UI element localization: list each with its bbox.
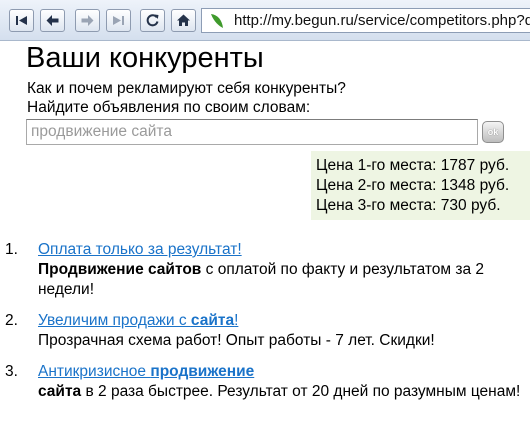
skip-forward-icon (113, 16, 124, 25)
home-button[interactable] (171, 9, 196, 32)
url-text: http://my.begun.ru/service/competitors.p… (234, 12, 530, 29)
ad-text: Прозрачная схема работ! Опыт работы - 7 … (38, 332, 435, 349)
ad-number: 2. (5, 312, 18, 329)
ad-title-end: ! (234, 312, 239, 329)
price-place-1: Цена 1-го места: 1787 руб. (316, 157, 510, 174)
first-page-button[interactable] (9, 9, 34, 32)
ad-title-link[interactable]: Увеличим продажи с сайта! (38, 312, 238, 329)
site-favicon-icon (211, 13, 223, 28)
ad-text-keyword: сайта (38, 383, 82, 400)
ad-title-link[interactable]: Оплата только за результат! (38, 241, 242, 258)
search-form: ok (26, 119, 506, 145)
ok-button[interactable]: ok (482, 121, 504, 143)
ad-title-text: Увеличим продажи с (38, 312, 191, 329)
ad-number: 1. (5, 241, 18, 258)
ad-body: Антикризисное продвижение сайта в 2 раза… (38, 362, 523, 402)
address-bar[interactable]: http://my.begun.ru/service/competitors.p… (201, 8, 530, 33)
last-page-button[interactable] (106, 9, 131, 32)
ad-title-link[interactable]: Антикризисное продвижение (38, 363, 254, 380)
price-box: Цена 1-го места: 1787 руб. Цена 2-го мес… (311, 151, 530, 220)
search-instruction: Найдите объявления по своим словам: (27, 99, 311, 116)
ad-body: Увеличим продажи с сайта! Прозрачная схе… (38, 311, 523, 351)
ad-title-text: Антикризисное (38, 363, 151, 380)
price-place-2: Цена 2-го места: 1348 руб. (316, 177, 510, 194)
ad-number: 3. (5, 363, 18, 380)
search-input[interactable] (26, 119, 478, 145)
skip-back-icon (16, 16, 27, 25)
ad-title-keyword: продвижение (150, 363, 255, 380)
forward-button[interactable] (75, 9, 100, 32)
reload-button[interactable] (140, 9, 165, 32)
page-title: Ваши конкуренты (26, 42, 264, 74)
ad-title-keyword: сайта (190, 312, 235, 329)
ad-title-text: Оплата только за результат! (38, 241, 242, 258)
ad-text: в 2 раза быстрее. Результат от 20 дней п… (81, 383, 521, 400)
browser-toolbar: http://my.begun.ru/service/competitors.p… (0, 0, 530, 41)
arrow-left-icon (46, 15, 59, 26)
home-icon (177, 14, 190, 26)
price-place-3: Цена 3-го места: 730 руб. (316, 197, 501, 214)
back-button[interactable] (40, 9, 65, 32)
reload-icon (146, 14, 159, 27)
arrow-right-icon (81, 15, 94, 26)
ad-body: Оплата только за результат! Продвижение … (38, 240, 523, 300)
page-subtitle: Как и почем рекламируют себя конкуренты? (27, 80, 346, 97)
ad-text-keyword: Продвижение сайтов (38, 261, 202, 278)
